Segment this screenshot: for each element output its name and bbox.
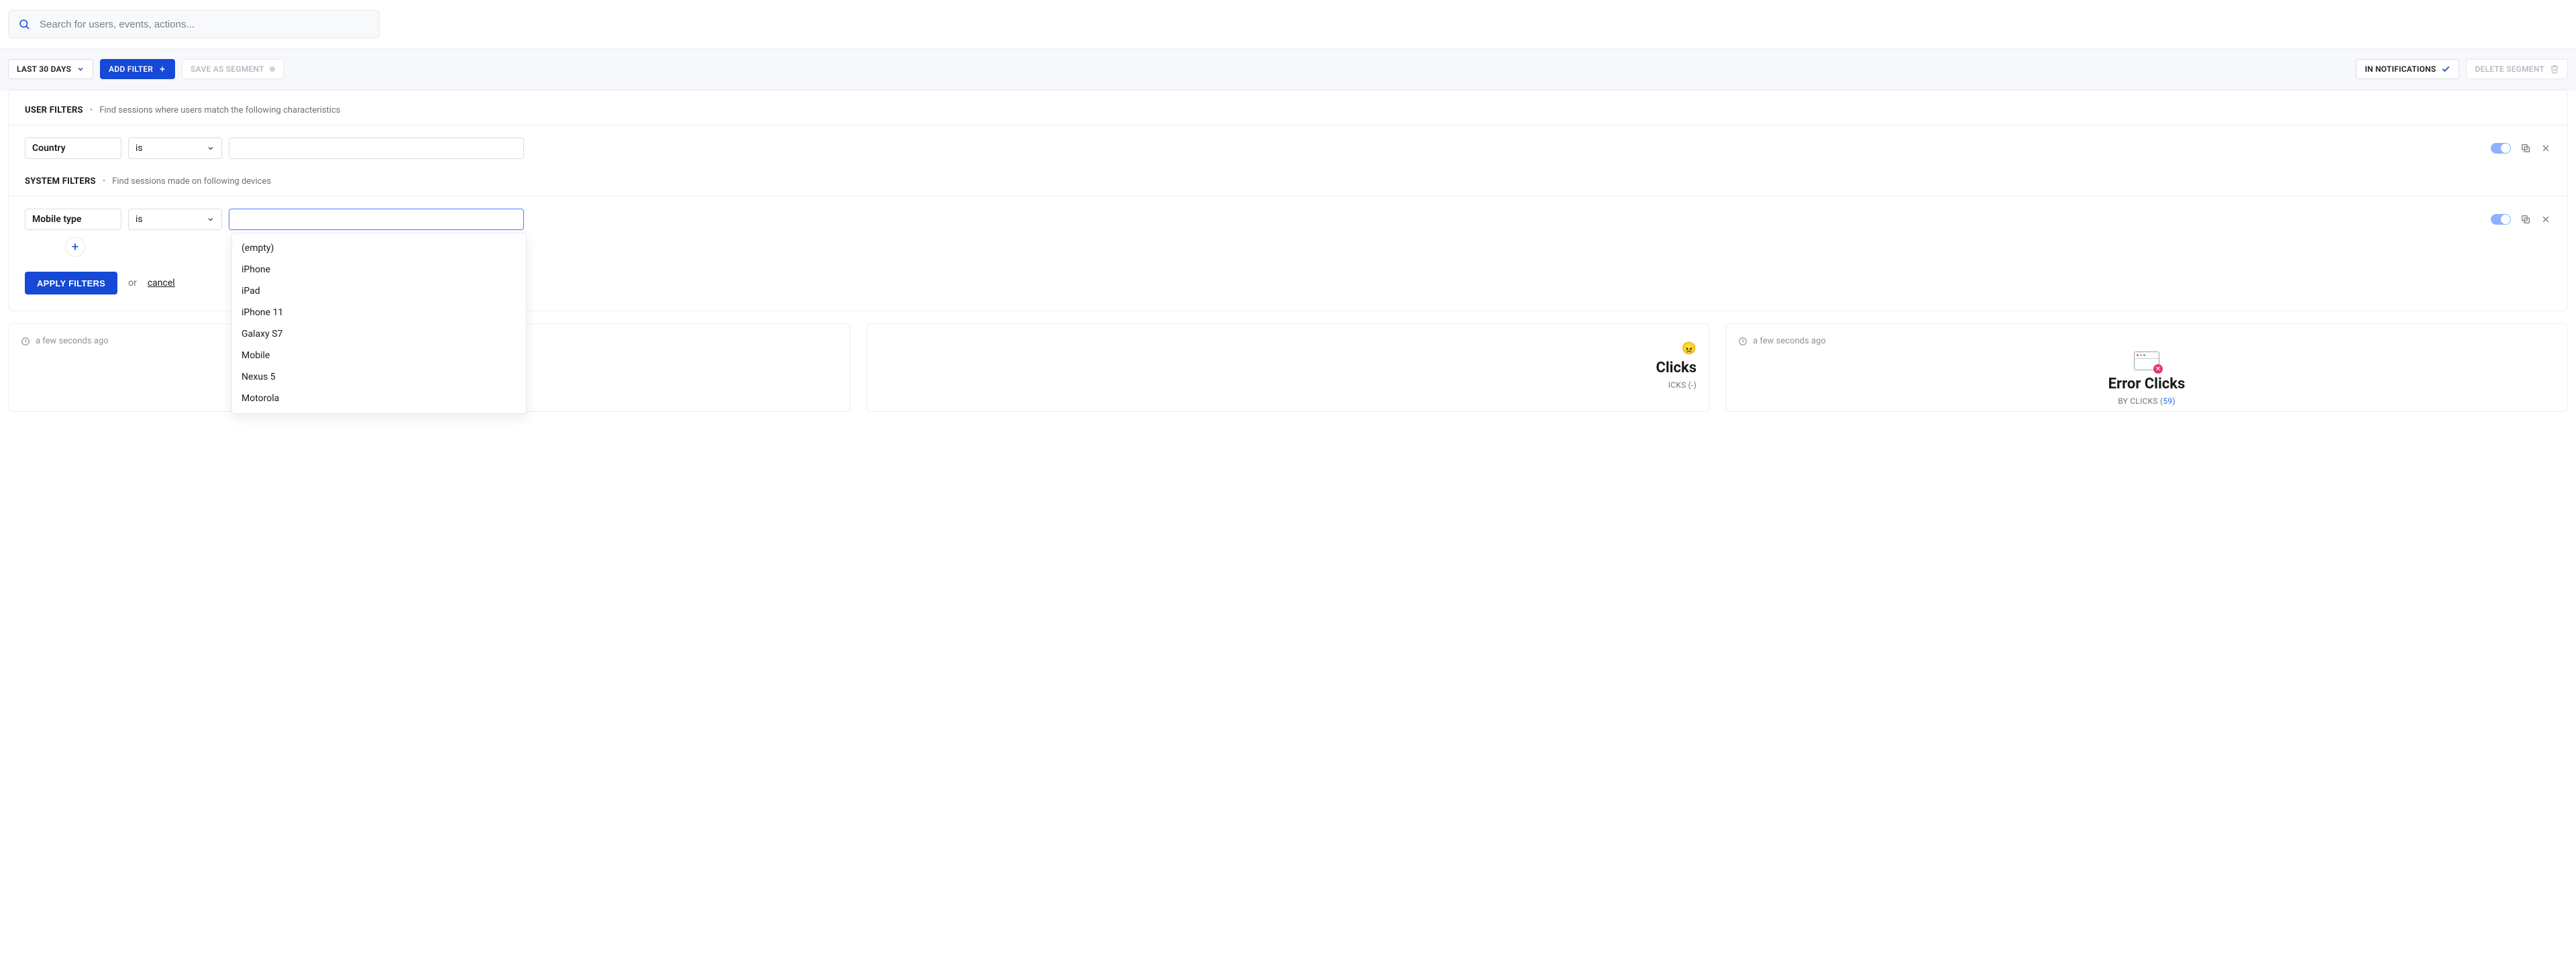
system-filters-desc: Find sessions made on following devices: [112, 176, 271, 186]
dropdown-item[interactable]: iPad: [232, 280, 526, 302]
delete-segment-button[interactable]: DELETE SEGMENT: [2466, 59, 2568, 79]
filter-field[interactable]: Country: [25, 138, 121, 159]
filter-toggle[interactable]: [2491, 214, 2511, 225]
dropdown-item[interactable]: Motorola: [232, 388, 526, 409]
system-filters-label: SYSTEM FILTERS: [25, 176, 96, 186]
in-notifications-button[interactable]: IN NOTIFICATIONS: [2356, 59, 2459, 79]
card-timestamp: a few seconds ago: [36, 336, 109, 346]
close-icon[interactable]: [2540, 214, 2551, 225]
rage-emoji-icon: 😠: [1682, 341, 1697, 356]
in-notifications-label: IN NOTIFICATIONS: [2365, 64, 2436, 74]
user-filters-header: USER FILTERS • Find sessions where users…: [25, 105, 2551, 115]
card-subtitle: ICKS (-): [1668, 380, 1697, 390]
delete-segment-label: DELETE SEGMENT: [2475, 64, 2544, 74]
user-filters-label: USER FILTERS: [25, 105, 83, 115]
filter-row-country: Country is: [25, 138, 2551, 159]
chevron-down-icon: [207, 144, 215, 152]
filter-value-input[interactable]: [229, 138, 524, 159]
mobile-type-dropdown[interactable]: (empty)iPhoneiPadiPhone 11Galaxy S7Mobil…: [231, 233, 527, 414]
chevron-down-icon: [207, 215, 215, 223]
close-icon[interactable]: [2540, 143, 2551, 154]
card-subtitle: BY CLICKS (59): [2118, 396, 2175, 406]
check-icon: [2441, 64, 2451, 74]
card-rage-clicks-partial[interactable]: 😠 Clicks ICKS (-): [867, 323, 1709, 412]
search-input[interactable]: [40, 19, 370, 30]
clock-icon: [1738, 337, 1748, 346]
dropdown-item[interactable]: iPhone: [232, 259, 526, 280]
or-label: or: [128, 278, 137, 288]
date-range-label: LAST 30 DAYS: [17, 64, 71, 74]
global-search[interactable]: [8, 10, 380, 38]
status-dot-icon: [270, 66, 275, 72]
save-segment-button[interactable]: SAVE AS SEGMENT: [182, 59, 284, 79]
filter-operator-select[interactable]: is: [128, 138, 222, 159]
system-filters-header: SYSTEM FILTERS • Find sessions made on f…: [25, 176, 2551, 186]
dropdown-item[interactable]: Nexus 5: [232, 366, 526, 388]
cancel-link[interactable]: cancel: [148, 278, 175, 288]
filter-toggle[interactable]: [2491, 143, 2511, 154]
card-title: Clicks: [1656, 360, 1697, 376]
search-icon: [18, 18, 30, 30]
add-filter-button[interactable]: ADD FILTER: [100, 59, 175, 79]
apply-filters-button[interactable]: APPLY FILTERS: [25, 272, 117, 294]
card-title: Error Clicks: [2108, 376, 2186, 392]
filters-toolbar: LAST 30 DAYS ADD FILTER SAVE AS SEGMENT …: [0, 48, 2576, 90]
date-range-button[interactable]: LAST 30 DAYS: [8, 59, 93, 79]
save-segment-label: SAVE AS SEGMENT: [191, 64, 264, 74]
filter-operator-select[interactable]: is: [128, 209, 222, 230]
clock-icon: [21, 337, 30, 346]
plus-icon: [158, 65, 166, 73]
window-icon: ✕: [2134, 351, 2159, 370]
dropdown-item[interactable]: iPhone 11: [232, 302, 526, 323]
dropdown-item[interactable]: Galaxy S7: [232, 323, 526, 345]
dropdown-item[interactable]: (empty): [232, 237, 526, 259]
add-condition-button[interactable]: +: [65, 237, 85, 257]
chevron-down-icon: [76, 65, 85, 73]
trash-icon: [2550, 64, 2559, 74]
filter-field[interactable]: Mobile type: [25, 209, 121, 230]
user-filters-desc: Find sessions where users match the foll…: [99, 105, 340, 115]
dropdown-item[interactable]: Mobile: [232, 345, 526, 366]
plus-icon: +: [72, 240, 78, 254]
card-error-clicks[interactable]: a few seconds ago ✕ Error Clicks BY CLIC…: [1725, 323, 2568, 412]
filter-value-input[interactable]: [229, 209, 524, 230]
add-filter-label: ADD FILTER: [109, 64, 153, 74]
filters-panel: USER FILTERS • Find sessions where users…: [8, 90, 2568, 311]
copy-icon[interactable]: [2520, 143, 2531, 154]
error-badge-icon: ✕: [2153, 364, 2163, 374]
filter-row-mobile-type: Mobile type is (empty)iPhoneiPadiPhone 1…: [25, 209, 2551, 230]
card-timestamp: a few seconds ago: [1753, 336, 1826, 346]
copy-icon[interactable]: [2520, 214, 2531, 225]
